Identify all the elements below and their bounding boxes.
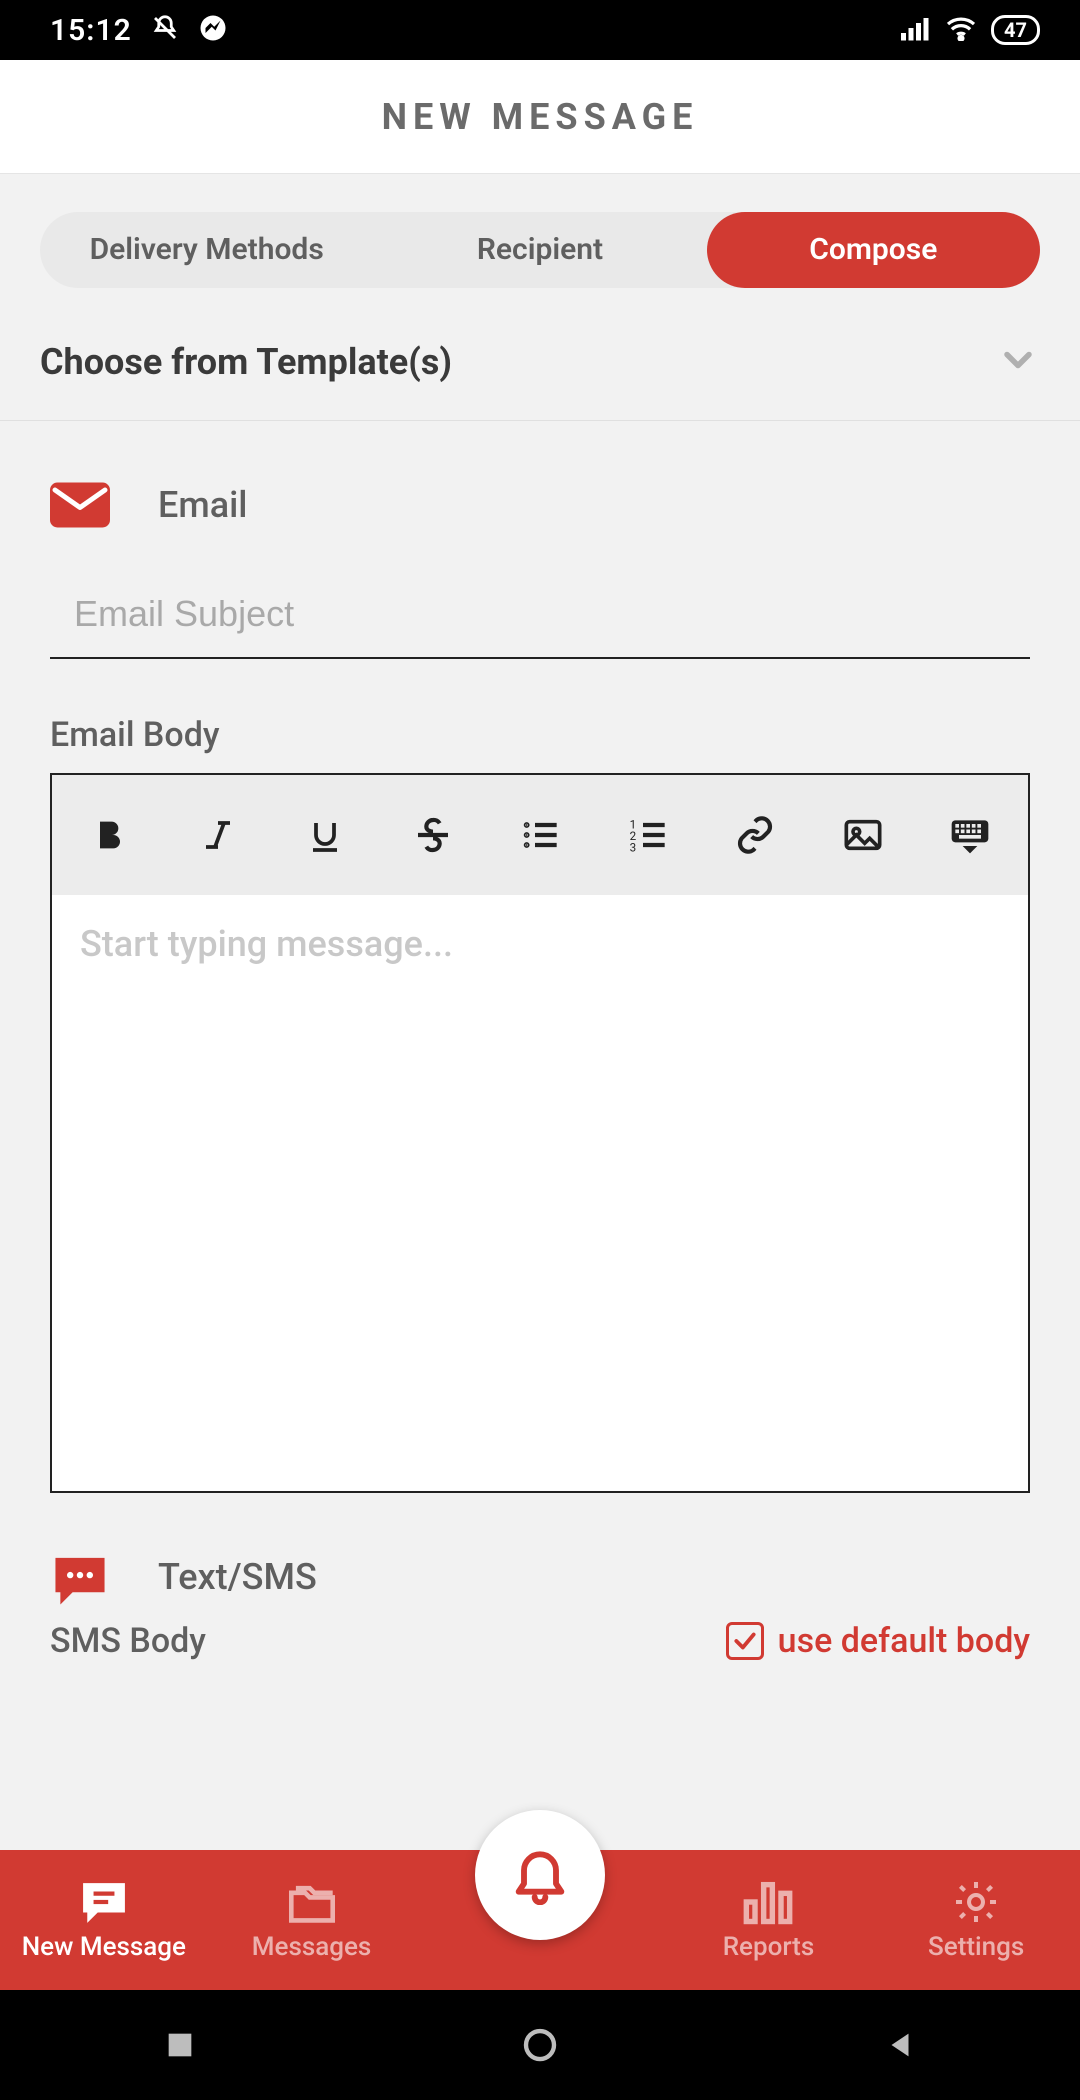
- tab-delivery-methods[interactable]: Delivery Methods: [40, 212, 373, 288]
- choose-template-row[interactable]: Choose from Template(s): [0, 318, 1080, 421]
- email-icon: [50, 481, 110, 529]
- nav-settings-label: Settings: [928, 1932, 1024, 1962]
- email-section-header: Email: [0, 421, 1080, 559]
- email-body-label: Email Body: [0, 659, 1080, 773]
- nav-reports-label: Reports: [723, 1932, 815, 1962]
- status-time: 15:12: [50, 13, 132, 48]
- underline-button[interactable]: [295, 805, 355, 865]
- nav-messages-label: Messages: [252, 1932, 372, 1962]
- folder-icon: [284, 1878, 340, 1926]
- battery-indicator: 47: [991, 15, 1040, 45]
- android-recents-button[interactable]: [155, 2020, 205, 2070]
- nav-settings[interactable]: Settings: [872, 1878, 1080, 1962]
- nav-messages[interactable]: Messages: [208, 1878, 416, 1962]
- bold-button[interactable]: [80, 805, 140, 865]
- android-back-button[interactable]: [875, 2020, 925, 2070]
- messenger-icon: [198, 13, 228, 47]
- checkbox-icon: [726, 1622, 764, 1660]
- email-body-editor: 123 Start typing message...: [50, 773, 1030, 1493]
- gear-icon: [948, 1878, 1004, 1926]
- page-title: NEW MESSAGE: [382, 96, 699, 138]
- sms-label: Text/SMS: [158, 1556, 317, 1598]
- wifi-icon: [945, 15, 977, 45]
- reports-icon: [740, 1878, 796, 1926]
- nav-reports[interactable]: Reports: [665, 1878, 873, 1962]
- sms-body-label: SMS Body: [50, 1621, 206, 1661]
- bullet-list-button[interactable]: [510, 805, 570, 865]
- nav-new-message[interactable]: New Message: [0, 1878, 208, 1962]
- use-default-body-label: use default body: [778, 1621, 1030, 1661]
- svg-text:3: 3: [629, 841, 636, 855]
- sms-icon: [50, 1553, 110, 1601]
- email-label: Email: [158, 484, 247, 526]
- keyboard-button[interactable]: [940, 805, 1000, 865]
- strikethrough-button[interactable]: [403, 805, 463, 865]
- choose-template-label: Choose from Template(s): [40, 341, 452, 383]
- chevron-down-icon: [996, 338, 1040, 386]
- mute-icon: [150, 13, 180, 47]
- email-subject-input[interactable]: [50, 579, 1030, 659]
- email-body-textarea[interactable]: Start typing message...: [52, 895, 1028, 1491]
- bottom-nav: New Message Messages Reports Settings: [0, 1850, 1080, 1990]
- android-home-button[interactable]: [515, 2020, 565, 2070]
- new-message-icon: [76, 1878, 132, 1926]
- step-tabs: Delivery Methods Recipient Compose: [40, 212, 1040, 288]
- image-button[interactable]: [833, 805, 893, 865]
- nav-new-message-label: New Message: [22, 1932, 186, 1962]
- android-nav-bar: [0, 1990, 1080, 2100]
- bell-icon: [508, 1841, 572, 1909]
- status-bar: 15:12 47: [0, 0, 1080, 60]
- link-button[interactable]: [725, 805, 785, 865]
- italic-button[interactable]: [188, 805, 248, 865]
- editor-toolbar: 123: [52, 775, 1028, 895]
- signal-icon: [901, 15, 931, 45]
- tab-compose[interactable]: Compose: [707, 212, 1040, 288]
- numbered-list-button[interactable]: 123: [618, 805, 678, 865]
- tab-recipient[interactable]: Recipient: [373, 212, 706, 288]
- app-header: NEW MESSAGE: [0, 60, 1080, 174]
- use-default-body-checkbox[interactable]: use default body: [726, 1621, 1030, 1661]
- sms-section-header: Text/SMS: [0, 1493, 1080, 1621]
- notifications-fab[interactable]: [475, 1810, 605, 1940]
